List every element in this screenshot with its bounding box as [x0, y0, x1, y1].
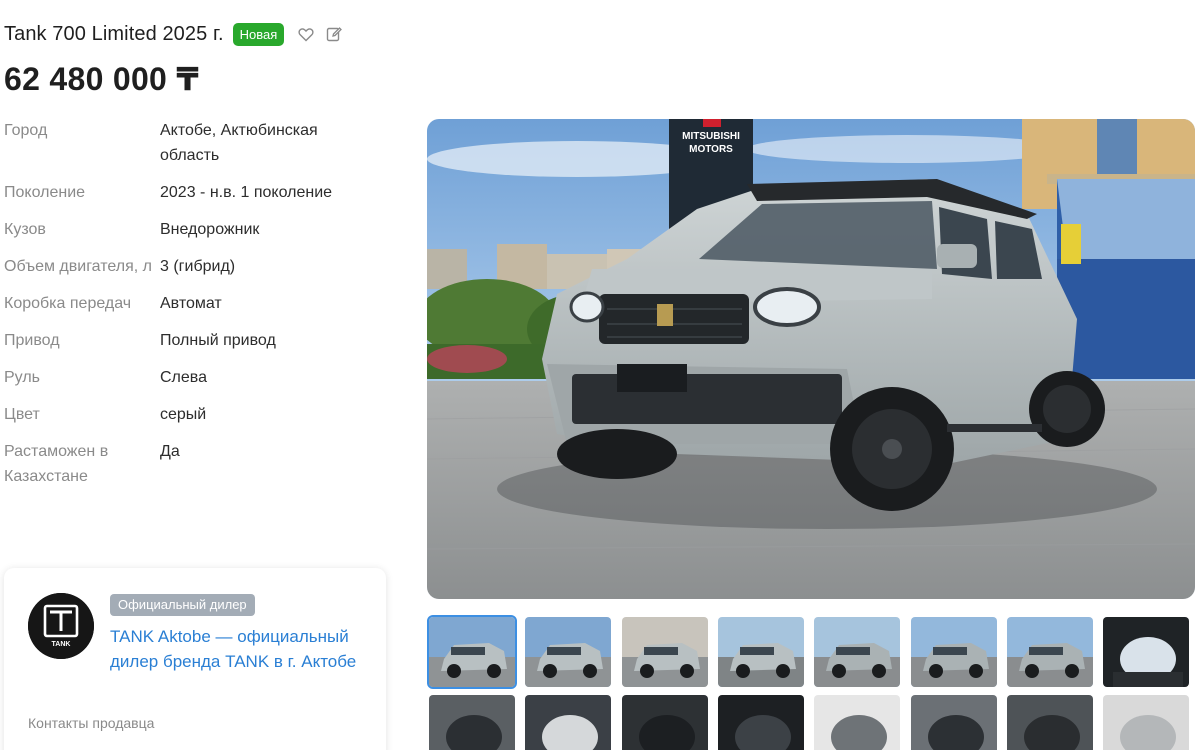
thumbnail-image	[1006, 695, 1093, 750]
edit-note-icon[interactable]	[325, 25, 343, 43]
dealer-card: TANK Официальный дилер TANK Aktobe — офи…	[4, 568, 386, 750]
spec-label: Цвет	[4, 406, 40, 423]
listing-title: Tank 700 Limited 2025 г.	[4, 22, 224, 45]
thumbnail-image	[621, 617, 708, 687]
thumbnail-image	[621, 695, 708, 750]
photo-thumbnail[interactable]	[427, 693, 517, 750]
photo-thumbnail[interactable]	[523, 615, 613, 689]
spec-label: Кузов	[4, 221, 46, 238]
spec-label: Растаможен в Казахстане	[4, 443, 109, 485]
spec-label: Коробка передач	[4, 295, 132, 312]
spec-value: Да	[160, 443, 180, 460]
listing-price: 62 480 000 ₸	[4, 61, 199, 97]
photo-thumbnail[interactable]	[716, 615, 806, 689]
photo-thumbnail[interactable]	[716, 693, 806, 750]
photo-thumbnail[interactable]	[812, 615, 902, 689]
thumbnail-image	[525, 617, 612, 687]
spec-value: Слева	[160, 369, 208, 386]
spec-row-color: Цвет серый	[4, 402, 384, 427]
spec-row-drive: Привод Полный привод	[4, 328, 384, 353]
spec-label: Город	[4, 122, 48, 139]
spec-row-customs: Растаможен в Казахстане Да	[4, 439, 384, 489]
spec-label: Поколение	[4, 184, 86, 201]
spec-label: Привод	[4, 332, 60, 349]
dealer-name-link[interactable]: TANK Aktobe — официальный дилер бренда T…	[110, 624, 372, 674]
seller-contacts-label: Контакты продавца	[28, 715, 155, 731]
thumbnail-image	[429, 617, 515, 687]
spec-row-body: Кузов Внедорожник	[4, 217, 384, 242]
spec-value: Внедорожник	[160, 221, 260, 238]
spec-value: Автомат	[160, 295, 222, 312]
spec-label: Объем двигателя, л	[4, 258, 152, 275]
photo-thumbnail[interactable]	[909, 693, 999, 750]
dealer-logo-text: TANK	[52, 641, 71, 648]
main-car-photo[interactable]: MITSUBISHI MOTORS	[427, 119, 1195, 599]
thumbnail-image	[1103, 695, 1190, 750]
photo-thumbnail[interactable]	[1005, 693, 1095, 750]
photo-thumbnail[interactable]	[812, 693, 902, 750]
spec-value: Полный привод	[160, 332, 276, 349]
photo-thumbnails	[427, 615, 1195, 750]
thumbnail-image	[429, 695, 515, 750]
dealer-logo[interactable]: TANK	[28, 593, 94, 659]
spec-value: 2023 - н.в. 1 поколение	[160, 184, 333, 201]
spec-row-engine: Объем двигателя, л 3 (гибрид)	[4, 254, 384, 279]
spec-value: 3 (гибрид)	[160, 258, 236, 275]
photo-thumbnail[interactable]	[523, 693, 613, 750]
official-dealer-badge: Официальный дилер	[110, 594, 255, 616]
listing-header: Tank 700 Limited 2025 г. Новая	[4, 20, 343, 48]
spec-row-transmission: Коробка передач Автомат	[4, 291, 384, 316]
photo-thumbnail[interactable]	[1101, 693, 1191, 750]
spec-value: серый	[160, 406, 207, 423]
billboard-text-line1: MITSUBISHI	[682, 131, 740, 142]
photo-thumbnail[interactable]	[620, 693, 710, 750]
spec-row-steering: Руль Слева	[4, 365, 384, 390]
thumbnail-image	[717, 695, 804, 750]
thumbnail-image	[1006, 617, 1093, 687]
photo-thumbnail[interactable]	[909, 615, 999, 689]
billboard-text-line2: MOTORS	[689, 144, 733, 155]
photo-thumbnail[interactable]	[1005, 615, 1095, 689]
spec-list: Город Актобе, Актюбинская область Поколе…	[4, 118, 384, 501]
spec-row-city: Город Актобе, Актюбинская область	[4, 118, 384, 168]
heart-icon[interactable]	[297, 25, 315, 43]
photo-thumbnail[interactable]	[1101, 615, 1191, 689]
spec-row-generation: Поколение 2023 - н.в. 1 поколение	[4, 180, 384, 205]
thumbnail-image	[910, 695, 997, 750]
photo-thumbnail[interactable]	[620, 615, 710, 689]
thumbnail-image	[814, 617, 901, 687]
thumbnail-image	[717, 617, 804, 687]
spec-value: Актобе, Актюбинская область	[160, 122, 318, 164]
spec-label: Руль	[4, 369, 40, 386]
thumbnail-image	[525, 695, 612, 750]
thumbnail-image	[814, 695, 901, 750]
new-badge: Новая	[232, 22, 285, 46]
photo-thumbnail[interactable]	[427, 615, 517, 689]
thumbnail-image	[910, 617, 997, 687]
thumbnail-image	[1103, 617, 1190, 687]
